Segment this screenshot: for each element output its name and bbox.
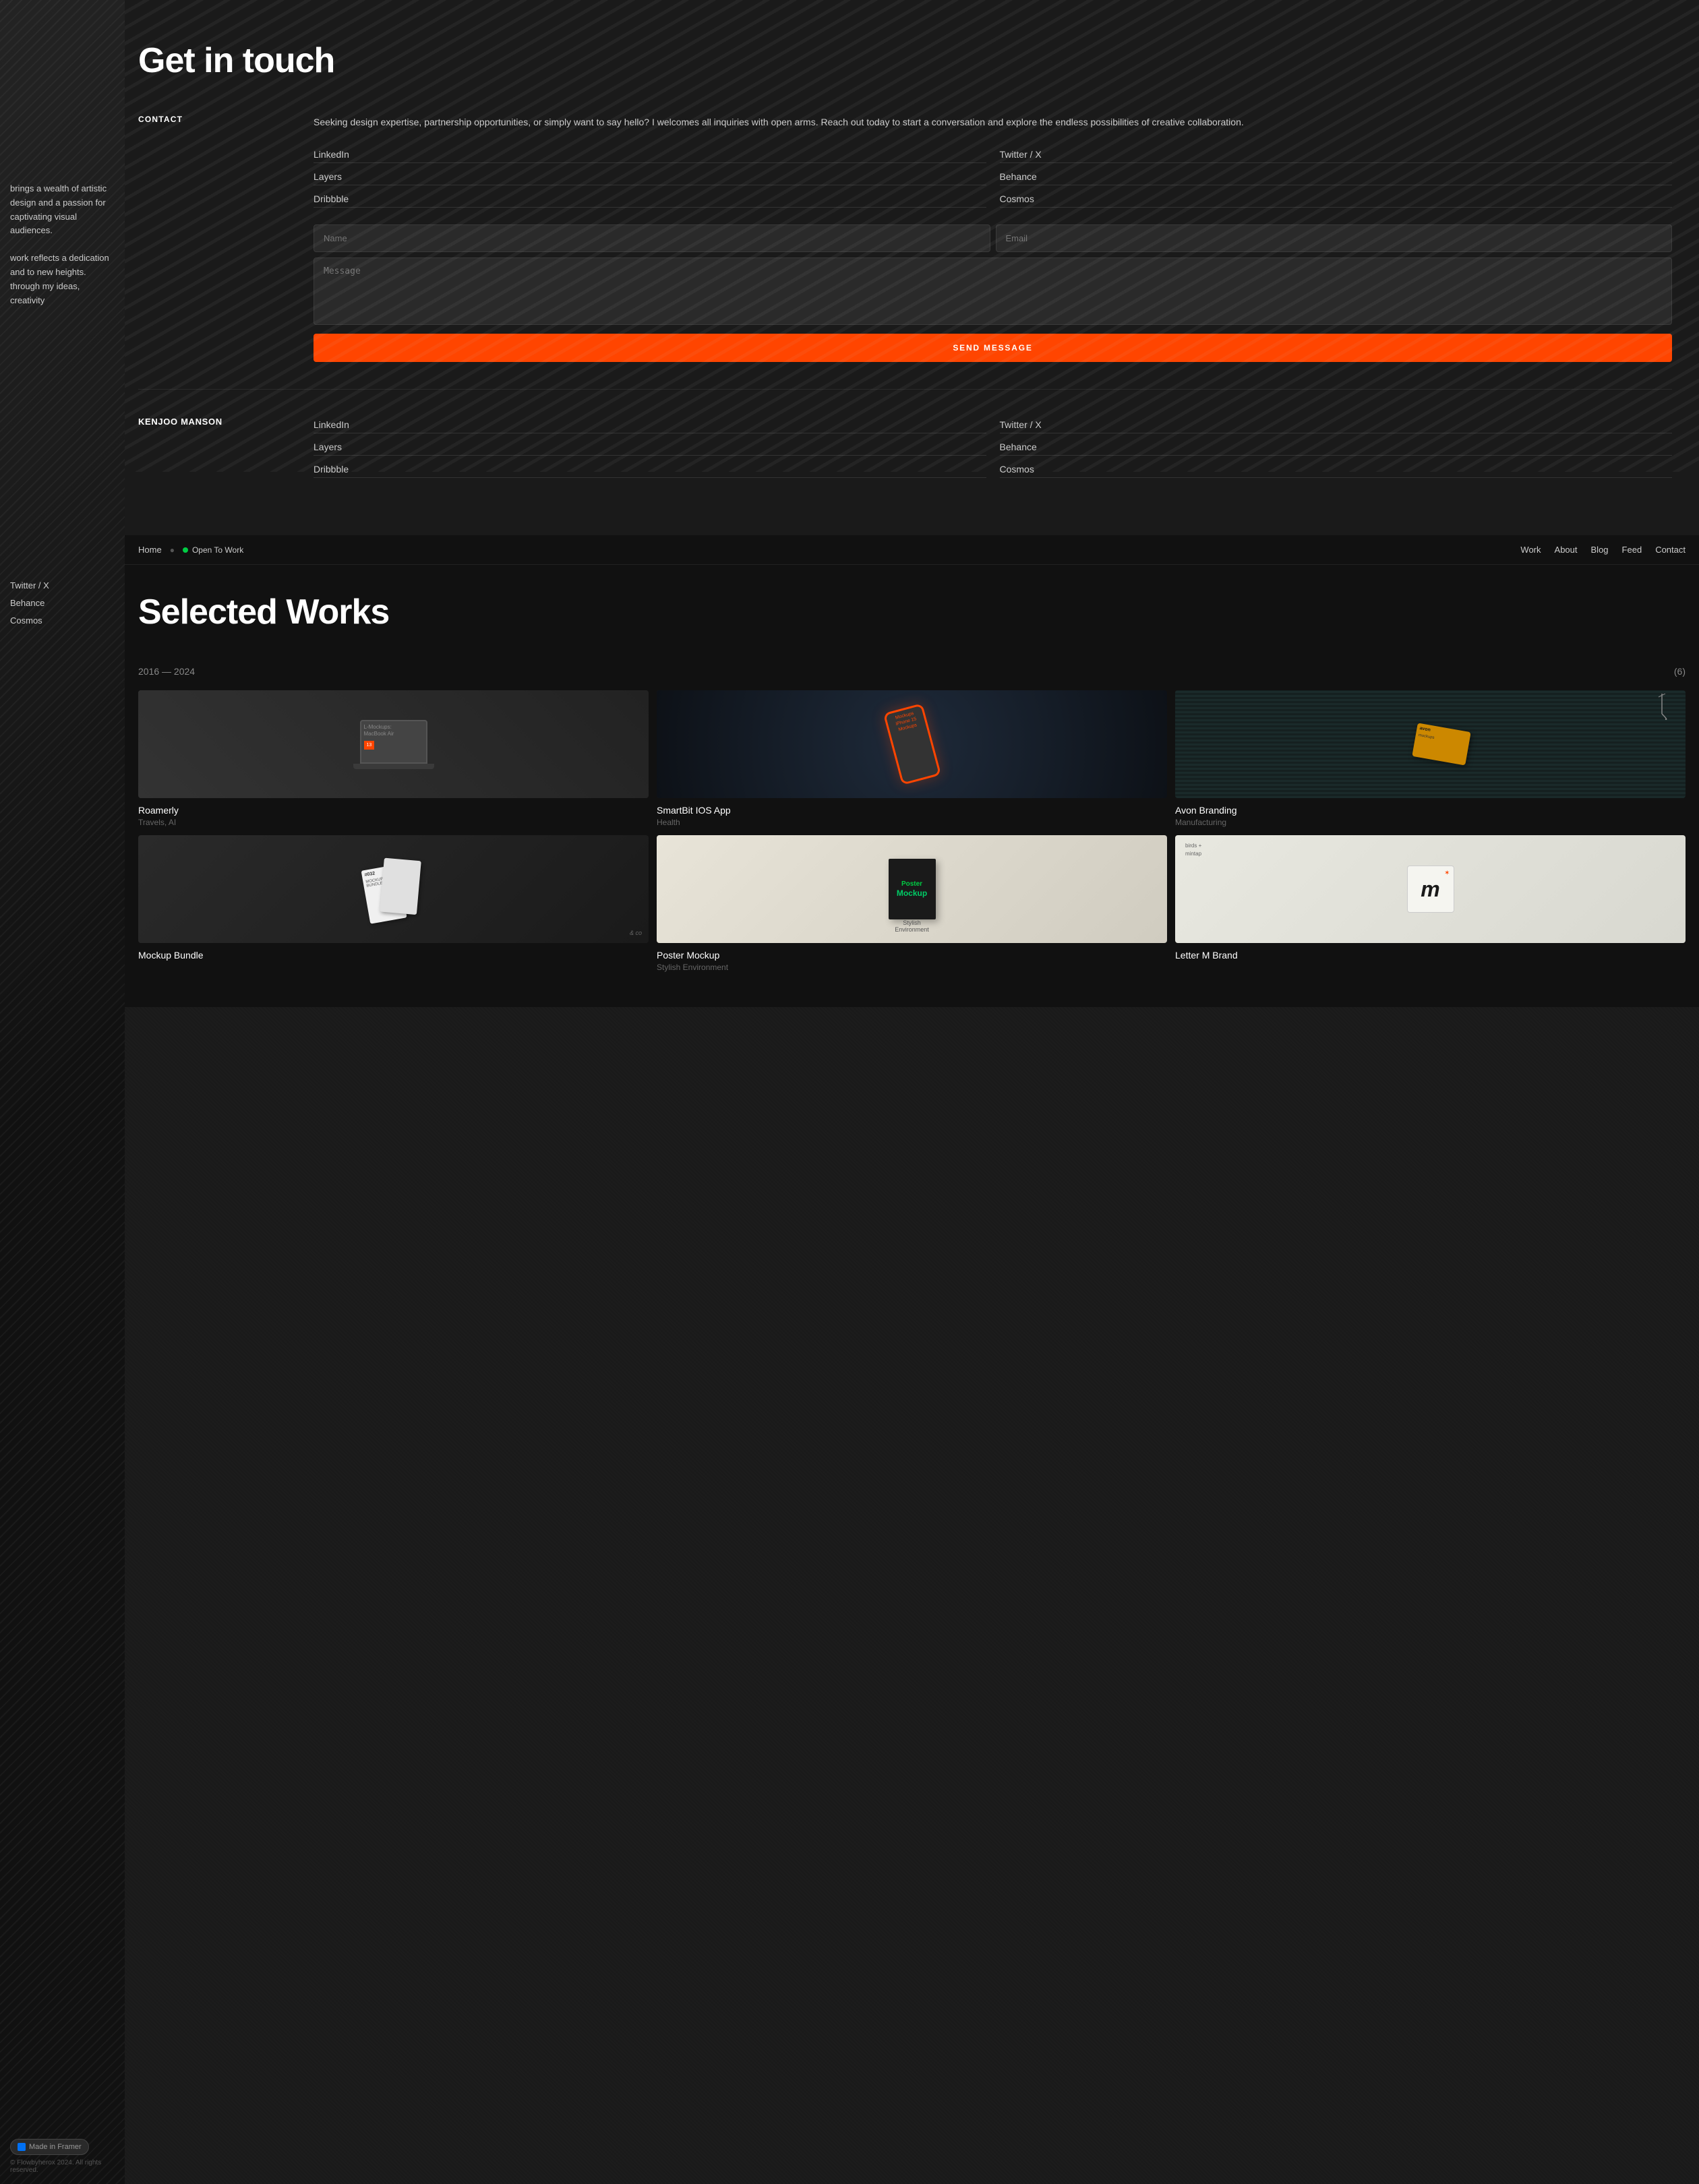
work-card-avon-category: Manufacturing [1175, 818, 1686, 827]
main-content: Get in touch CONTACT Seeking design expe… [125, 0, 1699, 1007]
work-card-avon-title: Avon Branding [1175, 805, 1686, 816]
sidebar-links: Twitter / X Behance Cosmos [10, 577, 115, 630]
work-card-smartbit-title: SmartBit IOS App [657, 805, 1167, 816]
left-sidebar: brings a wealth of artistic design and a… [0, 0, 125, 2184]
work-card-letter-m-title: Letter M Brand [1175, 950, 1686, 961]
contact-twitter-x[interactable]: Twitter / X [1000, 146, 1673, 163]
nav-work-link[interactable]: Work [1520, 545, 1541, 555]
nav-blog-link[interactable]: Blog [1591, 545, 1609, 555]
email-input[interactable] [996, 224, 1673, 252]
contact-grid: CONTACT Seeking design expertise, partne… [138, 115, 1672, 362]
work-card-avon[interactable]: avon mockups Avon Branding Manufacturing [1175, 690, 1686, 827]
contact-section: Get in touch CONTACT Seeking design expe… [125, 0, 1699, 535]
sidebar-behance[interactable]: Behance [10, 595, 115, 612]
nav-status-text: Open To Work [192, 545, 243, 555]
nav-home-link[interactable]: Home [138, 545, 162, 555]
contact-dribbble[interactable]: Dribbble [314, 191, 986, 208]
social-links-grid: LinkedIn Twitter / X Layers Behance Drib… [314, 146, 1672, 208]
works-count: (6) [1674, 666, 1686, 677]
letter-m-char: m [1421, 877, 1439, 902]
send-message-button[interactable]: SEND MESSAGE [314, 334, 1672, 362]
work-card-roamerly[interactable]: L-Mockups: MacBook Air 13 Roamerly Trave… [138, 690, 649, 827]
card-mockup: avon mockups [1412, 723, 1470, 766]
sidebar-para1: brings a wealth of artistic design and a… [10, 182, 115, 238]
made-in-framer-badge[interactable]: Made in Framer [10, 2139, 89, 2155]
contact-layers[interactable]: Layers [314, 169, 986, 185]
footer-person-section: KENJOO MANSON LinkedIn Twitter / X Layer… [138, 389, 1672, 495]
works-section: Home ● Open To Work Work About Blog Feed… [125, 535, 1699, 1007]
nav-contact-link[interactable]: Contact [1655, 545, 1686, 555]
person-name: KENJOO MANSON [138, 417, 287, 495]
work-card-smartbit-image: Mockups iPhone 15 Mockups [657, 690, 1167, 798]
person-twitter-x[interactable]: Twitter / X [1000, 417, 1673, 433]
person-linkedin[interactable]: LinkedIn [314, 417, 986, 433]
person-layers[interactable]: Layers [314, 439, 986, 456]
person-cosmos[interactable]: Cosmos [1000, 461, 1673, 478]
nav-feed-link[interactable]: Feed [1622, 545, 1642, 555]
contact-title: Get in touch [138, 40, 1672, 81]
work-card-bundle-image: #032 MOCKUPBUNDLE & co [138, 835, 649, 943]
laptop-base [353, 764, 434, 769]
contact-description: Seeking design expertise, partnership op… [314, 115, 1672, 129]
bundle-card-2 [380, 858, 421, 915]
nav-right: Work About Blog Feed Contact [1520, 545, 1686, 555]
navbar: Home ● Open To Work Work About Blog Feed… [125, 535, 1699, 565]
sidebar-para2: work reflects a dedication and to new he… [10, 251, 115, 307]
work-card-bundle[interactable]: #032 MOCKUPBUNDLE & co Mockup Bundle [138, 835, 649, 972]
works-year-header: 2016 — 2024 (6) [138, 666, 1686, 677]
phone-mockup: Mockups iPhone 15 Mockups [883, 704, 941, 786]
letter-m-star: ✶ [1444, 870, 1450, 877]
contact-label: CONTACT [138, 115, 287, 362]
sidebar-cosmos[interactable]: Cosmos [10, 612, 115, 630]
work-card-poster[interactable]: Poster Mockup Stylish Environment Poster… [657, 835, 1167, 972]
sidebar-text-block: brings a wealth of artistic design and a… [10, 182, 115, 307]
contact-behance[interactable]: Behance [1000, 169, 1673, 185]
message-textarea[interactable] [314, 257, 1672, 325]
work-card-letter-m[interactable]: birds + mintap m ✶ Letter M Brand [1175, 835, 1686, 972]
laptop-mockup: L-Mockups: MacBook Air 13 [189, 701, 598, 787]
hook-decoration [1652, 694, 1672, 721]
work-card-poster-category: Stylish Environment [657, 963, 1167, 972]
work-card-poster-title: Poster Mockup [657, 950, 1167, 961]
person-social-links: LinkedIn Twitter / X Layers Behance Drib… [314, 417, 1672, 478]
work-card-roamerly-title: Roamerly [138, 805, 649, 816]
name-input[interactable] [314, 224, 990, 252]
works-grid-row2: #032 MOCKUPBUNDLE & co Mockup Bundle [138, 835, 1686, 972]
sidebar-footer: Made in Framer © Flowbyherox 2024. All r… [10, 2139, 115, 2174]
person-dribbble[interactable]: Dribbble [314, 461, 986, 478]
work-card-avon-image: avon mockups [1175, 690, 1686, 798]
nav-status: Open To Work [183, 545, 243, 555]
work-card-smartbit-category: Health [657, 818, 1167, 827]
sidebar-twitter-x[interactable]: Twitter / X [10, 577, 115, 595]
bundle-cards: #032 MOCKUPBUNDLE [138, 835, 649, 943]
letter-m-box: m ✶ [1407, 866, 1454, 913]
contact-right: Seeking design expertise, partnership op… [314, 115, 1672, 362]
nav-separator: ● [170, 545, 175, 555]
person-behance[interactable]: Behance [1000, 439, 1673, 456]
works-content: Selected Works 2016 — 2024 (6) L-Mockups [125, 565, 1699, 1007]
works-grid-row1: L-Mockups: MacBook Air 13 Roamerly Trave… [138, 690, 1686, 827]
poster-text: Poster Mockup [897, 880, 927, 899]
framer-icon [18, 2143, 26, 2151]
work-card-bundle-title: Mockup Bundle [138, 950, 649, 961]
status-dot [183, 547, 188, 553]
made-in-framer-label: Made in Framer [29, 2143, 82, 2151]
nav-left: Home ● Open To Work [138, 545, 243, 555]
poster-book: Poster Mockup [889, 859, 936, 919]
works-year-range: 2016 — 2024 [138, 666, 195, 677]
copyright: © Flowbyherox 2024. All rights reserved. [10, 2159, 115, 2174]
works-title: Selected Works [138, 592, 1686, 632]
work-card-roamerly-image: L-Mockups: MacBook Air 13 [138, 690, 649, 798]
contact-linkedin[interactable]: LinkedIn [314, 146, 986, 163]
contact-cosmos[interactable]: Cosmos [1000, 191, 1673, 208]
nav-about-link[interactable]: About [1555, 545, 1578, 555]
work-card-letter-m-image: birds + mintap m ✶ [1175, 835, 1686, 943]
work-card-poster-image: Poster Mockup Stylish Environment [657, 835, 1167, 943]
poster-visual: Poster Mockup Stylish Environment [657, 835, 1167, 943]
work-card-roamerly-category: Travels, AI [138, 818, 649, 827]
form-row-name-email [314, 224, 1672, 252]
laptop-shape: L-Mockups: MacBook Air 13 [360, 720, 427, 764]
letter-m-visual: birds + mintap m ✶ [1175, 835, 1686, 943]
work-card-smartbit[interactable]: Mockups iPhone 15 Mockups SmartBit IOS A… [657, 690, 1167, 827]
